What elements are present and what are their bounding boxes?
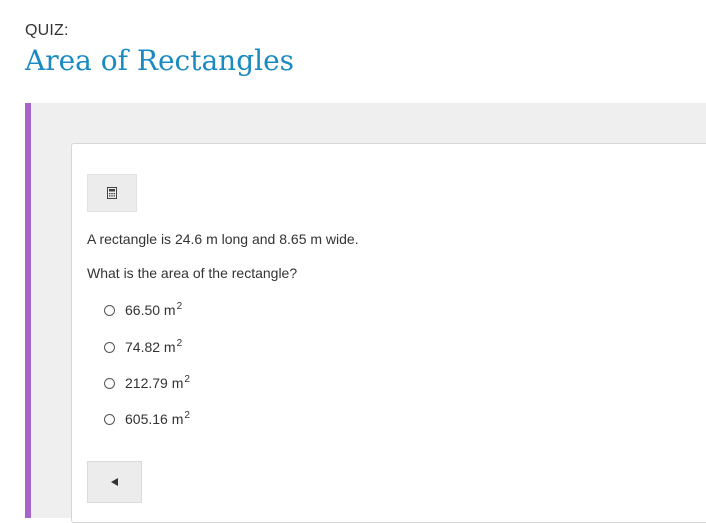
calculator-button[interactable] bbox=[87, 174, 137, 212]
question-ask: What is the area of the rectangle? bbox=[87, 265, 298, 281]
radio-button[interactable] bbox=[104, 341, 115, 353]
choice-label: 66.50 m2 bbox=[125, 301, 183, 319]
radio-button[interactable] bbox=[104, 304, 115, 316]
calculator-icon bbox=[107, 187, 117, 199]
choice-label: 605.16 m2 bbox=[125, 410, 190, 428]
answer-choice-1[interactable]: 66.50 m2 bbox=[104, 300, 182, 320]
quiz-label: QUIZ: bbox=[25, 22, 69, 39]
choice-label: 74.82 m2 bbox=[125, 338, 183, 356]
question-prompt: A rectangle is 24.6 m long and 8.65 m wi… bbox=[87, 231, 359, 247]
answer-choice-3[interactable]: 212.79 m2 bbox=[104, 373, 190, 393]
choice-label: 212.79 m2 bbox=[125, 374, 190, 392]
previous-button[interactable] bbox=[87, 461, 142, 503]
radio-button[interactable] bbox=[104, 377, 115, 389]
previous-arrow-icon bbox=[111, 478, 118, 486]
page-title: Area of Rectangles bbox=[25, 44, 295, 77]
answer-choice-4[interactable]: 605.16 m2 bbox=[104, 409, 190, 429]
question-card bbox=[71, 143, 706, 523]
radio-button[interactable] bbox=[104, 413, 115, 425]
answer-choice-2[interactable]: 74.82 m2 bbox=[104, 337, 182, 357]
